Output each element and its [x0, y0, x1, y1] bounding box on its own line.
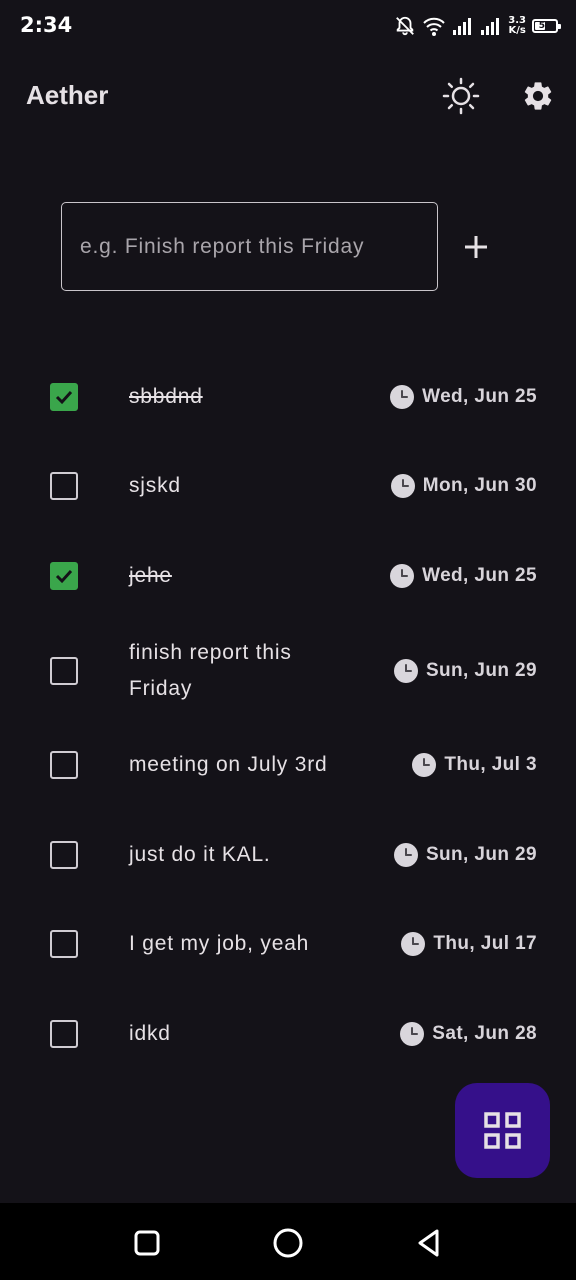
- grid-view-button[interactable]: [455, 1083, 550, 1178]
- task-due-label: Thu, Jul 3: [444, 754, 537, 776]
- task-title: finish report this Friday: [129, 640, 292, 700]
- clock-icon: [401, 932, 426, 957]
- new-task-input[interactable]: [61, 202, 438, 291]
- recents-button[interactable]: [127, 1223, 167, 1263]
- task-title: sjskd: [129, 474, 181, 498]
- status-icons: 3.3 K/s 56: [394, 12, 561, 40]
- plus-icon: [465, 236, 487, 258]
- task-row: finish report this Friday Sun, Jun 29: [0, 621, 576, 721]
- task-due-date: Thu, Jul 3: [412, 753, 537, 778]
- grid-view-icon: [483, 1111, 521, 1149]
- task-title: jehe: [129, 563, 172, 587]
- task-due-date: Sun, Jun 29: [393, 658, 537, 683]
- signal-icon: [452, 16, 474, 36]
- task-checkbox[interactable]: [50, 751, 78, 780]
- task-due-date: Thu, Jul 17: [401, 932, 537, 957]
- task-row: sjskd Mon, Jun 30: [0, 442, 576, 532]
- settings-button[interactable]: [514, 72, 562, 120]
- app-title: Aether: [26, 80, 109, 110]
- task-checkbox[interactable]: [50, 656, 78, 685]
- app-bar: Aether: [0, 52, 576, 140]
- clock-icon: [412, 753, 437, 778]
- task-row: idkd Sat, Jun 28: [0, 989, 576, 1079]
- signal-icon: [480, 16, 502, 36]
- clock-icon: [393, 658, 418, 683]
- task-title: just do it KAL.: [129, 842, 271, 866]
- task-row: jehe Wed, Jun 25: [0, 531, 576, 621]
- task-row: meeting on July 3rd Thu, Jul 3: [0, 721, 576, 811]
- task-due-label: Mon, Jun 30: [422, 475, 537, 497]
- task-checkbox[interactable]: [50, 382, 78, 411]
- notifications-off-icon: [394, 15, 416, 37]
- task-checkbox[interactable]: [50, 930, 78, 959]
- system-nav-bar: [0, 1203, 576, 1280]
- task-due-date: Wed, Jun 25: [390, 384, 537, 409]
- clock-icon: [393, 842, 418, 867]
- task-title: meeting on July 3rd: [129, 753, 328, 777]
- task-checkbox[interactable]: [50, 840, 78, 869]
- task-due-label: Thu, Jul 17: [433, 933, 537, 955]
- clock-icon: [390, 384, 415, 409]
- sun-icon: [442, 77, 480, 115]
- battery-percent: 56: [538, 21, 552, 31]
- task-checkbox[interactable]: [50, 472, 78, 501]
- home-circle-icon: [273, 1228, 303, 1258]
- wifi-icon: [422, 15, 446, 37]
- task-due-date: Mon, Jun 30: [390, 474, 537, 499]
- task-list: sbbdnd Wed, Jun 25 sjskd Mon, Jun 30 jeh…: [0, 352, 576, 1079]
- battery-icon: 56: [532, 19, 561, 33]
- status-bar: 2:34 3.3 K/s 56: [0, 0, 576, 52]
- back-button[interactable]: [409, 1223, 449, 1263]
- network-speed-unit: K/s: [508, 25, 526, 36]
- recents-square-icon: [134, 1230, 160, 1256]
- task-due-label: Sun, Jun 29: [425, 659, 537, 681]
- task-title: I get my job, yeah: [129, 932, 310, 956]
- clock-icon: [390, 474, 415, 499]
- task-row: just do it KAL. Sun, Jun 29: [0, 810, 576, 900]
- clock-icon: [390, 563, 415, 588]
- task-row: I get my job, yeah Thu, Jul 17: [0, 900, 576, 990]
- clock-icon: [400, 1021, 425, 1046]
- add-task-button[interactable]: [451, 222, 501, 272]
- task-title: idkd: [129, 1021, 171, 1045]
- back-triangle-icon: [418, 1229, 439, 1257]
- task-checkbox[interactable]: [50, 1019, 78, 1048]
- gear-icon: [524, 82, 552, 110]
- checkmark-icon: [55, 390, 73, 404]
- theme-toggle-button[interactable]: [437, 72, 485, 120]
- task-title: sbbdnd: [129, 384, 203, 408]
- status-time: 2:34: [20, 13, 73, 37]
- home-button[interactable]: [268, 1223, 308, 1263]
- task-due-date: Wed, Jun 25: [390, 563, 537, 588]
- checkmark-icon: [55, 569, 73, 583]
- task-due-label: Sun, Jun 29: [425, 843, 537, 865]
- task-due-date: Sun, Jun 29: [393, 842, 537, 867]
- task-due-label: Sat, Jun 28: [432, 1022, 537, 1044]
- task-checkbox[interactable]: [50, 561, 78, 590]
- network-speed: 3.3 K/s: [508, 16, 526, 36]
- task-due-label: Wed, Jun 25: [422, 564, 537, 586]
- task-due-label: Wed, Jun 25: [422, 385, 537, 407]
- new-task-row: [61, 202, 521, 291]
- task-due-date: Sat, Jun 28: [400, 1021, 537, 1046]
- task-row: sbbdnd Wed, Jun 25: [0, 352, 576, 442]
